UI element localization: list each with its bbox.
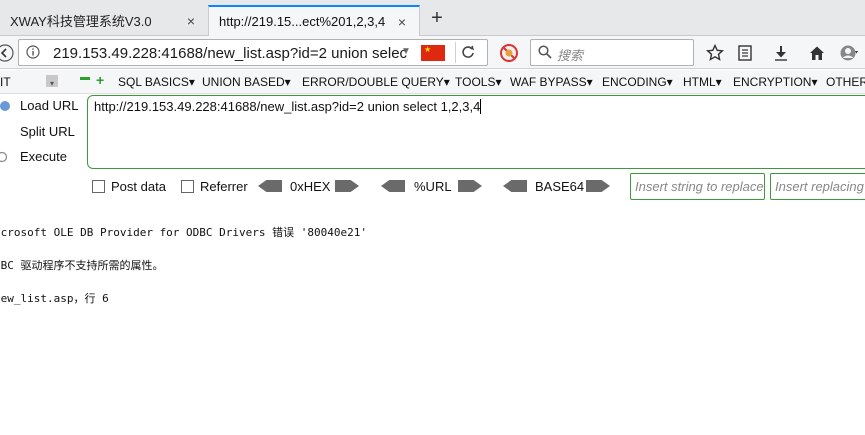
split-url-icon <box>0 125 14 139</box>
divider <box>455 42 456 63</box>
tab-title: http://219.15...ect%201,2,3,4 <box>219 14 386 29</box>
search-placeholder: 搜索 <box>557 48 584 63</box>
search-icon <box>538 45 552 62</box>
error-line-1: icrosoft OLE DB Provider for ODBC Driver… <box>0 226 367 239</box>
base64-label: BASE64 <box>535 179 585 194</box>
execute-icon <box>0 150 14 164</box>
referrer-label: Referrer <box>200 179 248 194</box>
menu-encoding[interactable]: ENCODING▾ <box>602 75 673 89</box>
load-url-button[interactable]: Load URL <box>0 98 79 113</box>
hackbar-url-textarea[interactable]: http://219.153.49.228:41688/new_list.asp… <box>87 95 865 169</box>
post-data-label: Post data <box>111 179 166 194</box>
tab-strip: XWAY科技管理系统V3.0 × http://219.15...ect%201… <box>0 0 865 36</box>
china-flag-icon: ★ <box>421 45 445 61</box>
chevron-down-icon: ▾ <box>50 79 55 88</box>
info-icon[interactable] <box>26 45 40 62</box>
plus-icon[interactable]: + <box>96 72 104 88</box>
menu-waf-bypass[interactable]: WAF BYPASS▾ <box>510 75 593 89</box>
block-icon[interactable] <box>498 42 520 64</box>
menu-other[interactable]: OTHER <box>826 75 865 89</box>
hex-encode-arrow-icon[interactable] <box>335 180 359 192</box>
menu-union-based[interactable]: UNION BASED▾ <box>202 75 291 89</box>
account-icon[interactable] <box>838 42 860 64</box>
base64-decode-arrow-icon[interactable] <box>503 180 527 192</box>
library-icon[interactable] <box>734 42 756 64</box>
hex-decode-arrow-icon[interactable] <box>258 180 282 192</box>
menu-encryption[interactable]: ENCRYPTION▾ <box>733 75 817 89</box>
search-input[interactable]: 搜索 <box>530 39 694 66</box>
execute-button[interactable]: Execute <box>0 149 67 164</box>
base64-encode-arrow-icon[interactable] <box>586 180 610 192</box>
chevron-down-icon[interactable]: ▼ <box>401 46 411 57</box>
hackbar-url-text: http://219.153.49.228:41688/new_list.asp… <box>94 99 481 114</box>
close-icon[interactable]: × <box>184 14 198 28</box>
new-tab-button[interactable]: + <box>426 8 448 30</box>
tab-title: XWAY科技管理系统V3.0 <box>10 14 152 29</box>
url-decode-arrow-icon[interactable] <box>381 180 405 192</box>
execute-label: Execute <box>20 149 67 164</box>
referrer-checkbox[interactable] <box>181 180 194 193</box>
post-data-checkbox[interactable] <box>92 180 105 193</box>
url-label: %URL <box>414 179 452 194</box>
url-bar[interactable]: 219.153.49.228:41688/new_list.asp?id=2 u… <box>18 39 488 66</box>
hackbar-left-label[interactable]: IT <box>0 75 11 89</box>
replace-string-input[interactable]: Insert string to replace <box>630 173 765 200</box>
tab-xway[interactable]: XWAY科技管理系统V3.0 × <box>0 5 208 36</box>
menu-error-double-query[interactable]: ERROR/DOUBLE QUERY▾ <box>302 75 450 89</box>
hex-label: 0xHEX <box>290 179 331 194</box>
url-text[interactable]: 219.153.49.228:41688/new_list.asp?id=2 u… <box>53 45 415 62</box>
home-icon[interactable] <box>806 42 828 64</box>
split-url-label: Split URL <box>20 124 75 139</box>
url-encode-arrow-icon[interactable] <box>458 180 482 192</box>
tab-active-url[interactable]: http://219.15...ect%201,2,3,4 × <box>208 5 420 36</box>
menu-sql-basics[interactable]: SQL BASICS▾ <box>118 75 195 89</box>
text-caret <box>480 99 482 114</box>
minus-icon[interactable] <box>80 77 90 80</box>
hackbar-menu: IT ▾ + SQL BASICS▾ UNION BASED▾ ERROR/DO… <box>0 70 865 94</box>
close-icon[interactable]: × <box>395 15 409 29</box>
bookmark-star-icon[interactable] <box>704 42 726 64</box>
load-url-icon <box>0 99 14 113</box>
replacing-string-input[interactable]: Insert replacing str <box>770 173 865 200</box>
menu-html[interactable]: HTML▾ <box>683 75 722 89</box>
back-icon[interactable] <box>0 42 16 64</box>
split-url-button[interactable]: Split URL <box>0 124 75 139</box>
reload-icon[interactable] <box>461 45 475 62</box>
error-line-2: DBC 驱动程序不支持所需的属性。 <box>0 259 164 272</box>
load-url-label: Load URL <box>20 98 79 113</box>
error-line-3: new_list.asp，行 6 <box>0 292 109 305</box>
download-icon[interactable] <box>770 42 792 64</box>
navigation-bar: 219.153.49.228:41688/new_list.asp?id=2 u… <box>0 36 865 69</box>
menu-tools[interactable]: TOOLS▾ <box>455 75 501 89</box>
